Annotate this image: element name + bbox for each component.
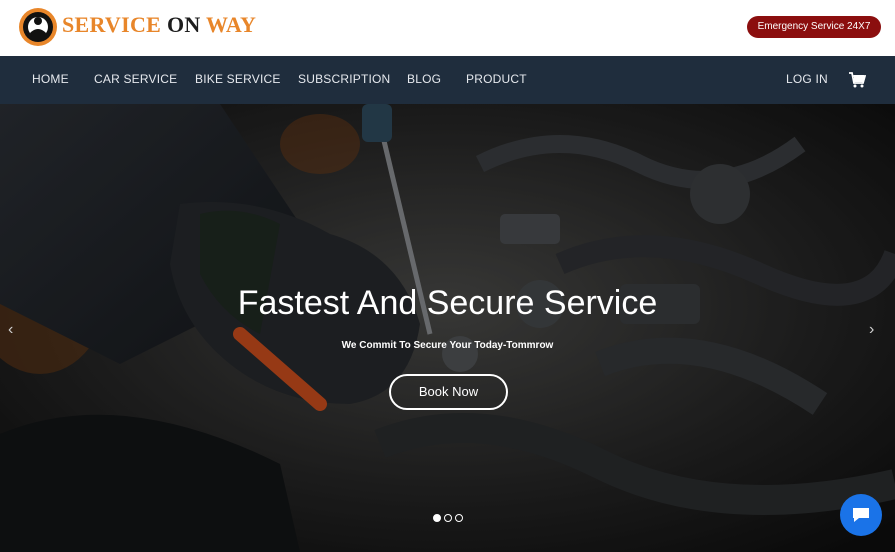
brand-word-on: ON: [166, 12, 201, 37]
main-navbar: HOME CAR SERVICE BIKE SERVICE SUBSCRIPTI…: [0, 56, 895, 104]
carousel-dot-2[interactable]: [444, 514, 452, 522]
book-now-button[interactable]: Book Now: [389, 374, 508, 410]
carousel-dot-3[interactable]: [455, 514, 463, 522]
hero-subtitle: We Commit To Secure Your Today-Tommrow: [341, 340, 554, 351]
nav-subscription[interactable]: SUBSCRIPTION: [298, 72, 390, 86]
steering-wheel-logo-icon[interactable]: [18, 7, 58, 47]
nav-bike-service[interactable]: BIKE SERVICE: [195, 72, 281, 86]
emergency-service-button[interactable]: Emergency Service 24X7: [747, 16, 881, 38]
nav-home[interactable]: HOME: [32, 72, 69, 86]
brand-word-way: WAY: [205, 12, 257, 37]
brand-word-service: SERVICE: [62, 12, 162, 37]
brand-name[interactable]: SERVICE ON WAY: [62, 12, 256, 38]
nav-product[interactable]: PRODUCT: [466, 72, 527, 86]
carousel-dot-1[interactable]: [433, 514, 441, 522]
chat-bubble-icon: [853, 508, 869, 522]
top-header: SERVICE ON WAY Emergency Service 24X7: [0, 0, 895, 56]
chat-widget-button[interactable]: [840, 494, 882, 536]
hero-title: Fastest And Secure Service: [237, 284, 658, 322]
nav-blog[interactable]: BLOG: [407, 72, 441, 86]
cart-icon[interactable]: [848, 72, 866, 88]
hero-background-image: [0, 104, 895, 552]
hero-carousel: ‹ › Fastest And Secure Service We Commit…: [0, 104, 895, 552]
nav-login[interactable]: LOG IN: [786, 72, 828, 86]
carousel-next-arrow[interactable]: ›: [869, 321, 874, 339]
carousel-prev-arrow[interactable]: ‹: [8, 321, 13, 339]
nav-car-service[interactable]: CAR SERVICE: [94, 72, 177, 86]
